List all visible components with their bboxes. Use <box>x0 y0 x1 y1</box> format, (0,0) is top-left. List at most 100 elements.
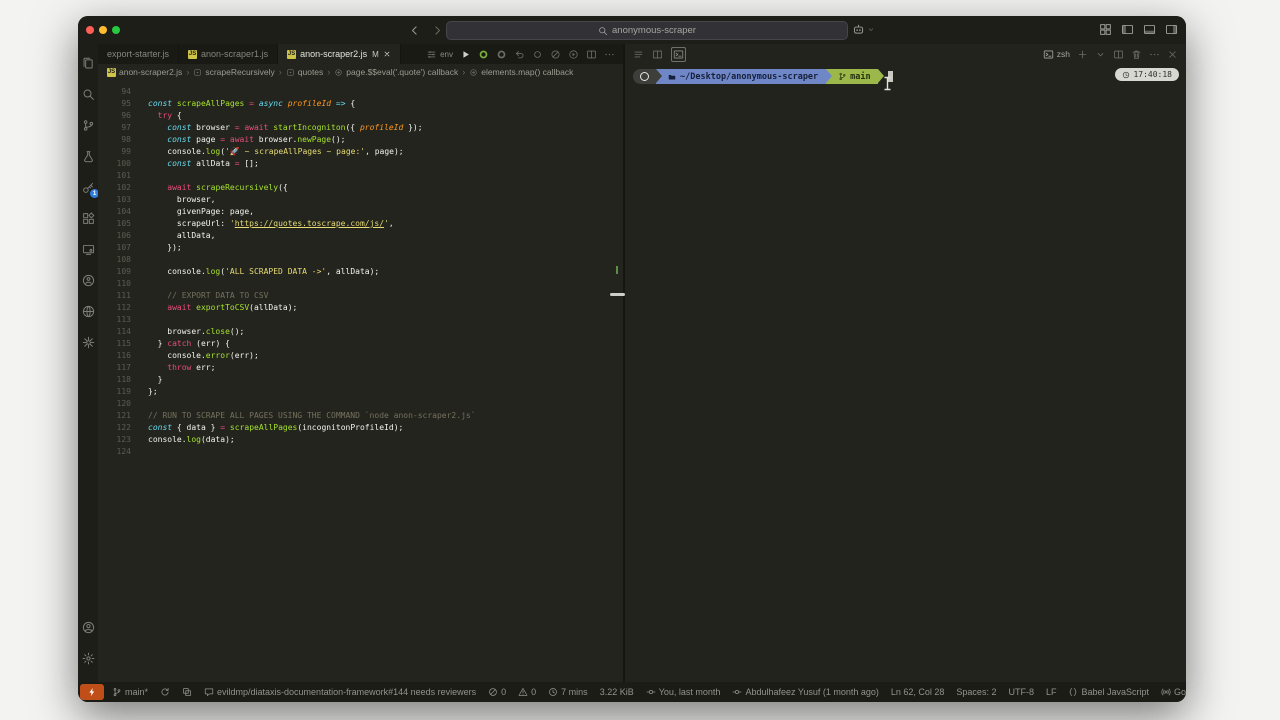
code-line[interactable]: 103 browser, <box>98 194 623 206</box>
code-line[interactable]: 98 const page = await browser.newPage(); <box>98 134 623 146</box>
tab-anon-scraper2.js[interactable]: JSanon-scraper2.jsM <box>278 44 401 64</box>
code-line[interactable]: 94 <box>98 86 623 98</box>
code-line[interactable]: 113 <box>98 314 623 326</box>
sliders-icon[interactable] <box>426 49 437 60</box>
donut-green-icon[interactable] <box>478 49 489 60</box>
code-line[interactable]: 119}; <box>98 386 623 398</box>
breadcrumb-item[interactable]: elements.map() callback <box>469 67 573 77</box>
activity-keys-button[interactable]: 1 <box>78 174 98 200</box>
activity-docker-button[interactable] <box>78 298 98 324</box>
status-git-branch[interactable]: main* <box>106 682 154 702</box>
breadcrumb-item[interactable]: page.$$eval('.quote') callback <box>334 67 458 77</box>
code-line[interactable]: 116 console.error(err); <box>98 350 623 362</box>
trash-icon[interactable] <box>1131 49 1142 60</box>
activity-live-share-button[interactable] <box>78 267 98 293</box>
close-icon[interactable] <box>1167 49 1178 60</box>
breadcrumb-item[interactable]: JSanon-scraper2.js <box>107 67 182 77</box>
code-line[interactable]: 111 // EXPORT DATA TO CSV <box>98 290 623 302</box>
plus-icon[interactable] <box>1077 49 1088 60</box>
activity-files-button[interactable] <box>78 50 98 76</box>
code-line[interactable]: 117 throw err; <box>98 362 623 374</box>
sidebar-right-icon[interactable] <box>1165 23 1178 36</box>
code-line[interactable]: 112 await exportToCSV(allData); <box>98 302 623 314</box>
status-blame-author[interactable]: Abdulhafeez Yusuf (1 month ago) <box>726 682 884 702</box>
status-sync[interactable] <box>154 682 176 702</box>
layout-grid-icon[interactable] <box>1099 23 1112 36</box>
activity-search-button[interactable] <box>78 81 98 107</box>
chev-down-icon[interactable] <box>1095 49 1106 60</box>
status-remote-indicator[interactable] <box>80 684 104 700</box>
command-center-search[interactable]: anonymous-scraper <box>446 21 848 40</box>
code-editor[interactable]: 9495const scrapeAllPages = async profile… <box>98 80 623 682</box>
columns-icon[interactable] <box>652 49 663 60</box>
minimize-window-button[interactable] <box>99 26 107 34</box>
activity-source-control-button[interactable] <box>78 112 98 138</box>
split-icon[interactable] <box>1113 49 1124 60</box>
code-line[interactable]: 101 <box>98 170 623 182</box>
activity-kubernetes-button[interactable] <box>78 329 98 355</box>
more-icon[interactable] <box>1149 49 1160 60</box>
code-line[interactable]: 109 console.log('ALL SCRAPED DATA ->', a… <box>98 266 623 278</box>
status-cursor-position[interactable]: Ln 62, Col 28 <box>885 682 951 702</box>
status-language-mode[interactable]: Babel JavaScript <box>1062 682 1155 702</box>
code-line[interactable]: 104 givenPage: page, <box>98 206 623 218</box>
play-icon[interactable] <box>460 49 471 60</box>
code-line[interactable]: 118 } <box>98 374 623 386</box>
activity-extensions-button[interactable] <box>78 205 98 231</box>
status-errors[interactable]: 0 <box>482 682 512 702</box>
code-line[interactable]: 96 try { <box>98 110 623 122</box>
activity-test-flask-button[interactable] <box>78 143 98 169</box>
env-switcher-label[interactable]: env <box>440 50 453 59</box>
code-line[interactable]: 110 <box>98 278 623 290</box>
navigate-forward-icon[interactable] <box>431 24 444 37</box>
status-blame-you[interactable]: You, last month <box>640 682 727 702</box>
code-line[interactable]: 121// RUN TO SCRAPE ALL PAGES USING THE … <box>98 410 623 422</box>
code-line[interactable]: 99 console.log('🚀 ~ scrapeAllPages ~ pag… <box>98 146 623 158</box>
tab-anon-scraper1.js[interactable]: JSanon-scraper1.js <box>179 44 278 64</box>
code-line[interactable]: 105 scrapeUrl: 'https://quotes.toscrape.… <box>98 218 623 230</box>
code-line[interactable]: 114 browser.close(); <box>98 326 623 338</box>
breadcrumb-item[interactable]: quotes <box>286 67 324 77</box>
copilot-menu[interactable] <box>852 23 875 36</box>
more-icon[interactable] <box>604 49 615 60</box>
activity-remote-explorer-button[interactable] <box>78 236 98 262</box>
status-compare-changes[interactable] <box>176 682 198 702</box>
donut-grey-icon[interactable] <box>496 49 507 60</box>
split-icon[interactable] <box>586 49 597 60</box>
code-line[interactable]: 100 const allData = []; <box>98 158 623 170</box>
panel-bottom-icon[interactable] <box>1143 23 1156 36</box>
navigate-back-icon[interactable] <box>408 24 421 37</box>
status-indentation[interactable]: Spaces: 2 <box>950 682 1002 702</box>
undo-icon[interactable] <box>514 49 525 60</box>
status-time-tracker[interactable]: 7 mins <box>542 682 594 702</box>
code-line[interactable]: 122const { data } = scrapeAllPages(incog… <box>98 422 623 434</box>
code-line[interactable]: 124 <box>98 446 623 458</box>
status-eol[interactable]: LF <box>1040 682 1063 702</box>
terminal-panel[interactable]: zsh ~/Desktop/anonymous-scraper main 17:… <box>625 44 1186 682</box>
close-tab-icon[interactable] <box>383 50 391 58</box>
breadcrumb-item[interactable]: scrapeRecursively <box>193 67 274 77</box>
status-github-notification[interactable]: evildmp/diataxis-documentation-framework… <box>198 682 482 702</box>
code-line[interactable]: 102 await scrapeRecursively({ <box>98 182 623 194</box>
play-circle-icon[interactable] <box>568 49 579 60</box>
code-line[interactable]: 106 allData, <box>98 230 623 242</box>
code-line[interactable]: 95const scrapeAllPages = async profileId… <box>98 98 623 110</box>
list-icon[interactable] <box>633 49 644 60</box>
zoom-window-button[interactable] <box>112 26 120 34</box>
terminal-shell-tab[interactable]: zsh <box>1043 49 1070 60</box>
code-line[interactable]: 108 <box>98 254 623 266</box>
status-go-live[interactable]: Go Live <box>1155 682 1186 702</box>
sidebar-left-icon[interactable] <box>1121 23 1134 36</box>
circle-sm-icon[interactable] <box>532 49 543 60</box>
tab-export-starter.js[interactable]: export-starter.js <box>98 44 179 64</box>
close-window-button[interactable] <box>86 26 94 34</box>
status-file-size[interactable]: 3.22 KiB <box>594 682 640 702</box>
code-line[interactable]: 120 <box>98 398 623 410</box>
activity-account-button[interactable] <box>78 614 98 640</box>
activity-settings-gear-button[interactable] <box>78 645 98 671</box>
circle-slash-icon[interactable] <box>550 49 561 60</box>
code-line[interactable]: 123console.log(data); <box>98 434 623 446</box>
code-line[interactable]: 97 const browser = await startIncogniton… <box>98 122 623 134</box>
status-warnings[interactable]: 0 <box>512 682 542 702</box>
terminal-icon[interactable] <box>671 47 686 62</box>
